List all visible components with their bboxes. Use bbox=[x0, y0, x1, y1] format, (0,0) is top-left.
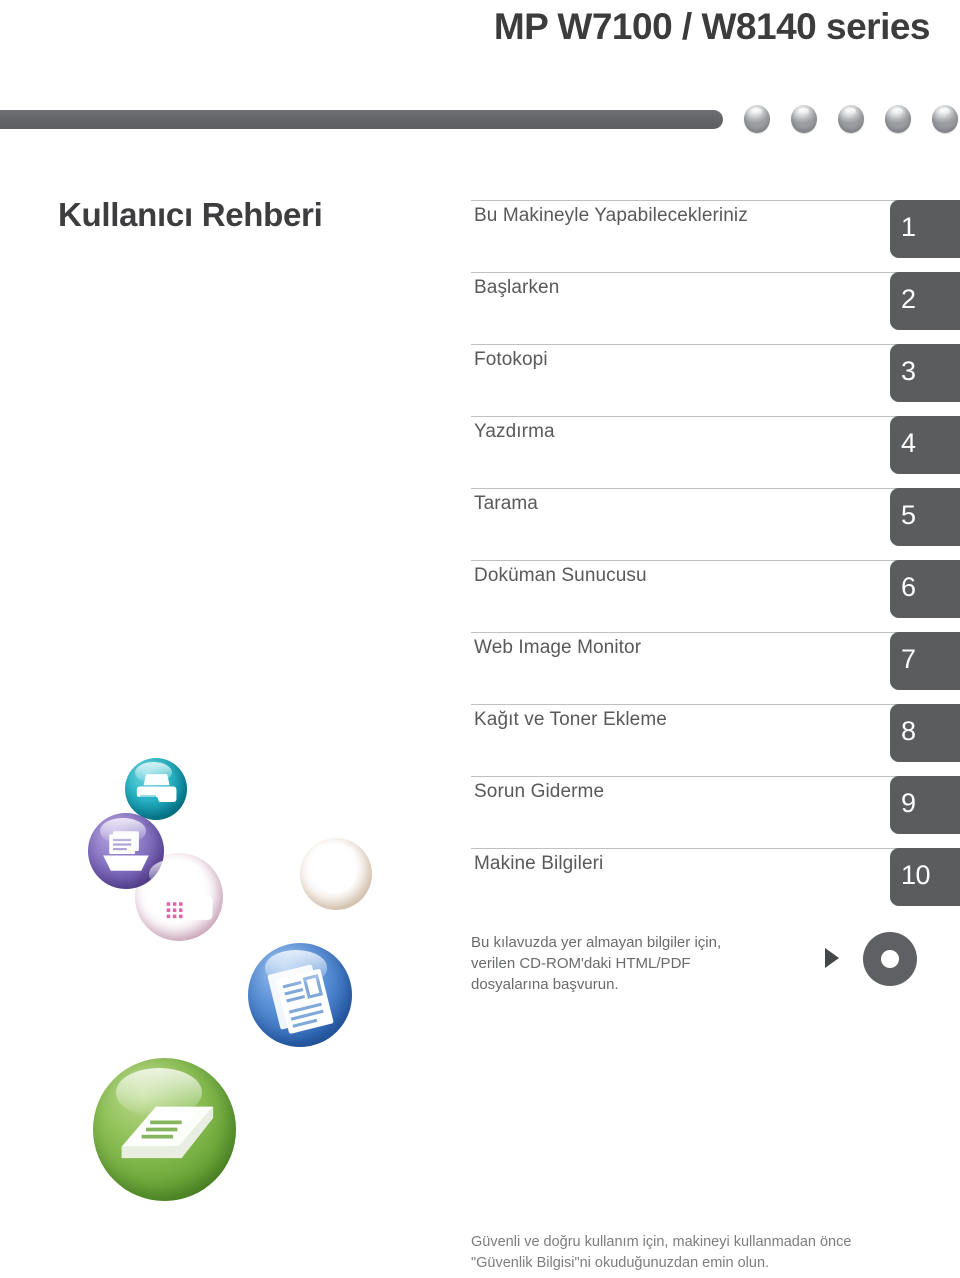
globe-glyph-icon bbox=[316, 854, 356, 894]
web-globe-orb-icon bbox=[300, 838, 372, 917]
toc-chapter-number: 8 bbox=[901, 716, 916, 746]
toc-chapter-number: 1 bbox=[901, 212, 916, 242]
header-dot-3 bbox=[838, 105, 864, 133]
toc-row[interactable]: Yazdırma 4 bbox=[471, 416, 960, 488]
toc-chapter-tab[interactable]: 7 bbox=[890, 632, 960, 690]
toc-label: Doküman Sunucusu bbox=[474, 565, 647, 586]
toc-chapter-number: 3 bbox=[901, 356, 916, 386]
toc-label: Fotokopi bbox=[474, 349, 548, 370]
toc-label: Sorun Giderme bbox=[474, 781, 605, 802]
toc-chapter-tab[interactable]: 8 bbox=[890, 704, 960, 762]
cd-rom-note: Bu kılavuzda yer almayan bilgiler için, … bbox=[471, 932, 771, 995]
toc-label: Kağıt ve Toner Ekleme bbox=[474, 709, 667, 730]
toc-row[interactable]: Başlarken 2 bbox=[471, 272, 960, 344]
footer-line-2: "Güvenlik Bilgisi"ni okuduğunuzdan emin … bbox=[471, 1255, 770, 1271]
toc-chapter-number: 7 bbox=[901, 644, 916, 674]
scanner-glyph-icon bbox=[121, 1106, 214, 1159]
header-dot-group bbox=[744, 105, 958, 135]
cd-note-line-3: dosyalarına başvurun. bbox=[471, 976, 619, 993]
toc-row[interactable]: Makine Bilgileri 10 bbox=[471, 848, 960, 920]
toc-label: Yazdırma bbox=[474, 421, 555, 442]
toc-chapter-tab[interactable]: 4 bbox=[890, 416, 960, 474]
toc-label: Web Image Monitor bbox=[474, 637, 642, 658]
document-pages-glyph-icon bbox=[267, 964, 334, 1034]
toc-label: Bu Makineyle Yapabilecekleriniz bbox=[474, 205, 748, 226]
toc-chapter-tab[interactable]: 3 bbox=[890, 344, 960, 402]
toc-row[interactable]: Tarama 5 bbox=[471, 488, 960, 560]
scanner-orb-icon bbox=[93, 1058, 236, 1214]
toc-chapter-tab[interactable]: 9 bbox=[890, 776, 960, 834]
cd-note-line-1: Bu kılavuzda yer almayan bilgiler için, bbox=[471, 934, 722, 951]
toc-chapter-number: 5 bbox=[901, 500, 916, 530]
toc-chapter-number: 10 bbox=[901, 860, 931, 890]
toc-chapter-tab[interactable]: 1 bbox=[890, 200, 960, 258]
fax-orb-icon bbox=[135, 853, 223, 949]
header-dot-2 bbox=[791, 105, 817, 133]
toc-label: Başlarken bbox=[474, 277, 560, 298]
decorative-orb-cluster bbox=[0, 0, 440, 1230]
toc-row[interactable]: Bu Makineyle Yapabilecekleriniz 1 bbox=[471, 200, 960, 272]
play-arrow-icon bbox=[825, 948, 839, 968]
fax-machine-glyph-icon bbox=[156, 876, 213, 920]
toc-row[interactable]: Fotokopi 3 bbox=[471, 344, 960, 416]
toc-chapter-number: 4 bbox=[901, 428, 916, 458]
toc-label: Makine Bilgileri bbox=[474, 853, 604, 874]
cd-rom-disc-icon bbox=[863, 932, 917, 986]
safety-footer-note: Güvenli ve doğru kullanım için, makineyi… bbox=[471, 1232, 926, 1274]
toc-row[interactable]: Sorun Giderme 9 bbox=[471, 776, 960, 848]
toc-chapter-tab[interactable]: 10 bbox=[890, 848, 960, 906]
cd-note-line-2: verilen CD-ROM'daki HTML/PDF bbox=[471, 955, 691, 972]
toc-chapter-tab[interactable]: 6 bbox=[890, 560, 960, 618]
toc-chapter-number: 6 bbox=[901, 572, 916, 602]
footer-line-1: Güvenli ve doğru kullanım için, makineyi… bbox=[471, 1234, 852, 1250]
header-dot-1 bbox=[744, 105, 770, 133]
printer-glyph-icon bbox=[136, 774, 177, 803]
header-dot-5 bbox=[932, 105, 958, 133]
toc-row[interactable]: Kağıt ve Toner Ekleme 8 bbox=[471, 704, 960, 776]
toc-label: Tarama bbox=[474, 493, 538, 514]
table-of-contents: Bu Makineyle Yapabilecekleriniz 1 Başlar… bbox=[471, 200, 960, 920]
toc-chapter-number: 2 bbox=[901, 284, 916, 314]
document-orb-icon bbox=[248, 943, 352, 1057]
toc-chapter-number: 9 bbox=[901, 788, 916, 818]
toc-row[interactable]: Doküman Sunucusu 6 bbox=[471, 560, 960, 632]
printer-orb-icon bbox=[125, 758, 187, 826]
header-dot-4 bbox=[885, 105, 911, 133]
toc-chapter-tab[interactable]: 2 bbox=[890, 272, 960, 330]
toc-chapter-tab[interactable]: 5 bbox=[890, 488, 960, 546]
toc-row[interactable]: Web Image Monitor 7 bbox=[471, 632, 960, 704]
